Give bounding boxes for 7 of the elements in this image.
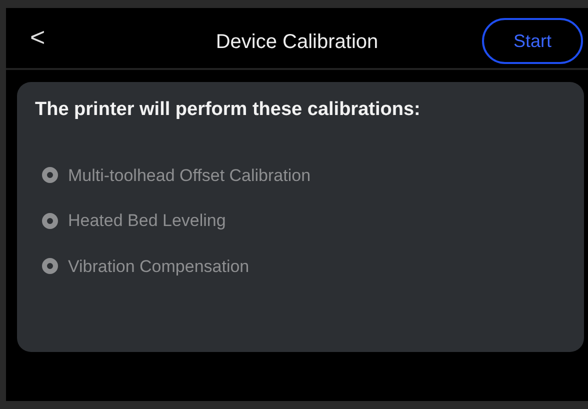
card-heading: The printer will perform these calibrations:	[35, 98, 422, 122]
back-button[interactable]: <	[24, 22, 52, 54]
calibration-label: Heated Bed Leveling	[68, 210, 226, 232]
screen-title: Device Calibration	[216, 30, 378, 55]
calibration-label: Vibration Compensation	[68, 256, 250, 278]
start-button[interactable]: Start	[482, 18, 583, 64]
calibration-label: Multi-toolhead Offset Calibration	[68, 164, 311, 186]
